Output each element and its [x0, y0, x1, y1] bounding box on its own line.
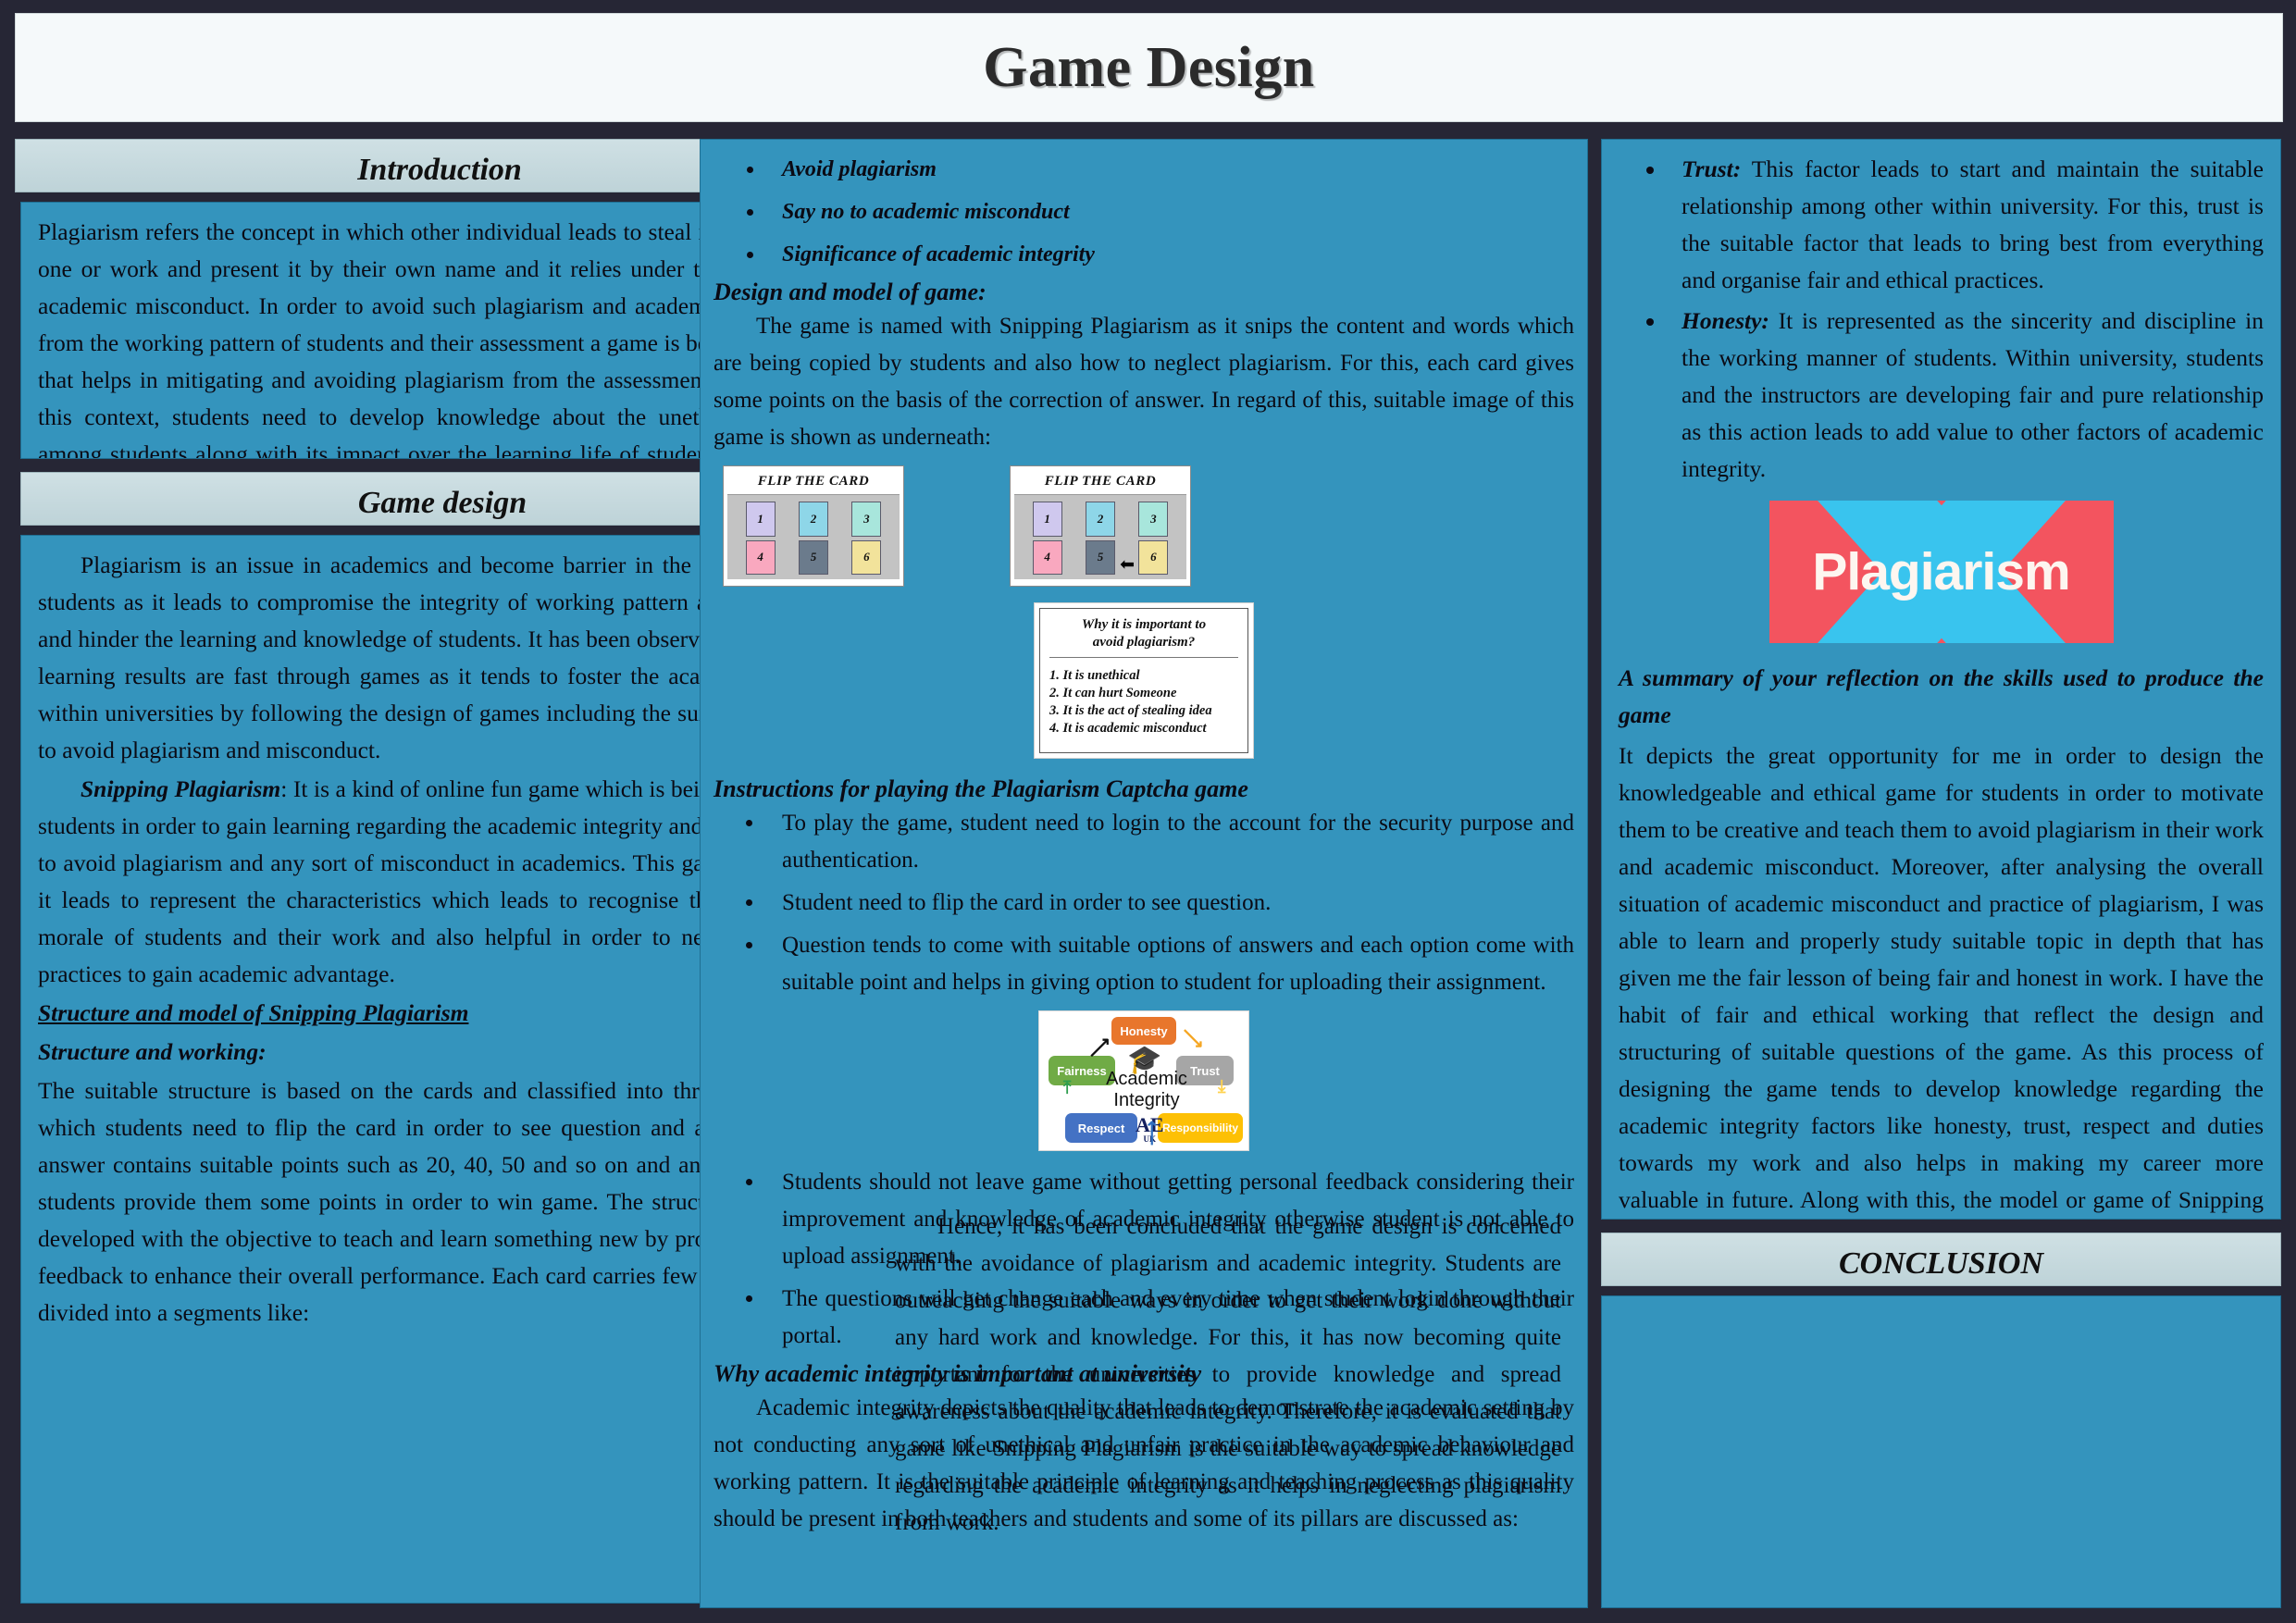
mini-card: 6	[1138, 539, 1169, 575]
mini-card: 4	[1032, 539, 1062, 575]
conclusion-section-body	[1601, 1295, 2281, 1608]
middle-top-bullet-list: Avoid plagiarism Say no to academic misc…	[714, 151, 1574, 273]
integrity-factors-list: Trust: This factor leads to start and ma…	[1619, 151, 2264, 488]
list-item: 1. It is unethical	[1049, 668, 1140, 683]
mini-card: 6	[851, 539, 882, 575]
flip-card-image-right: FLIP THE CARD 1 2 3 4 5 6 ⬅	[1010, 465, 1191, 587]
why-avoid-plagiarism-box: Why it is important to avoid plagiarism?…	[1034, 602, 1254, 759]
poster-title-banner: Game Design	[15, 13, 2283, 122]
conclusion-overflow-paragraph: Hence, it has been concluded that the ga…	[895, 1208, 1561, 1542]
design-model-heading: Design and model of game:	[714, 279, 987, 305]
plagiarism-banner-image: Plagiarism	[1769, 501, 2114, 643]
flip-card-image-row: FLIP THE CARD 1 2 3 4 5 6 FLIP THE CARD …	[714, 460, 1574, 588]
academic-integrity-center-label: Academic Integrity	[1087, 1069, 1206, 1111]
academic-integrity-diagram: Honesty Fairness Trust Respect Responsib…	[1038, 1010, 1249, 1151]
mini-card: 2	[798, 502, 828, 537]
arrow-up-icon: ⤓	[1063, 1077, 1072, 1096]
center-line-2: Integrity	[1113, 1090, 1180, 1110]
chip-responsibility: Responsibility	[1158, 1113, 1243, 1143]
right-column: Trust: This factor leads to start and ma…	[1601, 139, 2281, 1610]
trust-text: This factor leads to start and maintain …	[1682, 155, 2264, 293]
left-column: Introduction Plagiarism refers the conce…	[15, 139, 864, 1610]
conclusion-heading: CONCLUSION	[1838, 1246, 2044, 1281]
design-model-paragraph: The game is named with Snipping Plagiari…	[714, 314, 1574, 450]
mini-card: 3	[1138, 502, 1169, 537]
conclusion-overflow-text: Hence, it has been concluded that the ga…	[895, 1214, 1561, 1535]
arrow-down-right-icon: ⟶	[1176, 1022, 1209, 1055]
arrow-down-icon: ⤓	[1218, 1077, 1226, 1096]
why-avoid-plagiarism-inner: Why it is important to avoid plagiarism?…	[1039, 608, 1248, 753]
why-avoid-plagiarism-list: 1. It is unethical 2. It can hurt Someon…	[1049, 667, 1238, 737]
chip-respect: Respect	[1065, 1113, 1137, 1143]
list-item: Avoid plagiarism	[765, 151, 1574, 188]
mini-card: 5	[1085, 539, 1115, 575]
introduction-heading: Introduction	[357, 153, 522, 187]
mini-card: 5	[798, 539, 828, 575]
honesty-label: Honesty:	[1682, 307, 1769, 334]
conclusion-section-header: CONCLUSION	[1601, 1233, 2281, 1286]
snipping-plagiarism-label: Snipping Plagiarism	[81, 775, 281, 802]
list-item: 2. It can hurt Someone	[1049, 686, 1177, 700]
list-item: Significance of academic integrity	[765, 236, 1574, 273]
instructions-heading: Instructions for playing the Plagiarism …	[714, 775, 1248, 802]
arrow-left-icon: ⟵	[1142, 1120, 1162, 1146]
mini-card: 2	[1085, 502, 1115, 537]
page-title: Game Design	[983, 35, 1315, 99]
mini-card: 1	[1032, 502, 1062, 537]
list-item: 3. It is the act of stealing idea	[1049, 703, 1212, 718]
center-line-1: Academic	[1106, 1069, 1187, 1089]
chip-honesty: Honesty	[1111, 1017, 1176, 1045]
why-title-line-1: Why it is important to	[1081, 617, 1207, 632]
why-title-line-2: avoid plagiarism?	[1092, 635, 1196, 650]
list-item: Honesty: It is represented as the sincer…	[1667, 303, 2264, 488]
flip-card-title: FLIP THE CARD	[1014, 470, 1186, 494]
middle-panel: Avoid plagiarism Say no to academic misc…	[700, 139, 1588, 1608]
mini-card: 1	[745, 502, 776, 537]
flip-card-grid: 1 2 3 4 5 6 ⬅	[1014, 494, 1186, 579]
list-item: Question tends to come with suitable opt…	[765, 927, 1574, 1001]
reflection-paragraph: It depicts the great opportunity for me …	[1619, 742, 2264, 1213]
flip-card-image-left: FLIP THE CARD 1 2 3 4 5 6	[723, 465, 904, 587]
poster-canvas: Game Design Introduction Plagiarism refe…	[0, 0, 2296, 1623]
middle-column: Avoid plagiarism Say no to academic misc…	[700, 139, 1588, 1610]
list-item: Say no to academic misconduct	[765, 193, 1574, 230]
flip-card-title: FLIP THE CARD	[727, 470, 900, 494]
list-item: Student need to flip the card in order t…	[765, 885, 1574, 922]
game-design-heading: Game design	[357, 486, 527, 520]
honesty-text: It is represented as the sincerity and d…	[1682, 307, 2264, 482]
flip-card-grid: 1 2 3 4 5 6	[727, 494, 900, 579]
list-item: To play the game, student need to login …	[765, 805, 1574, 879]
plagiarism-banner-text: Plagiarism	[1812, 542, 2070, 601]
right-column-body: Trust: This factor leads to start and ma…	[1601, 139, 2281, 1220]
mini-card: 4	[745, 539, 776, 575]
trust-label: Trust:	[1682, 155, 1742, 182]
why-avoid-plagiarism-title: Why it is important to avoid plagiarism?	[1049, 616, 1238, 658]
list-item: Trust: This factor leads to start and ma…	[1667, 151, 2264, 299]
left-arrow-icon: ⬅	[1120, 555, 1135, 575]
mini-card: 3	[851, 502, 882, 537]
reflection-heading: A summary of your reflection on the skil…	[1619, 664, 2264, 728]
list-item: 4. It is academic misconduct	[1049, 721, 1207, 736]
instructions-list: To play the game, student need to login …	[714, 805, 1574, 1001]
